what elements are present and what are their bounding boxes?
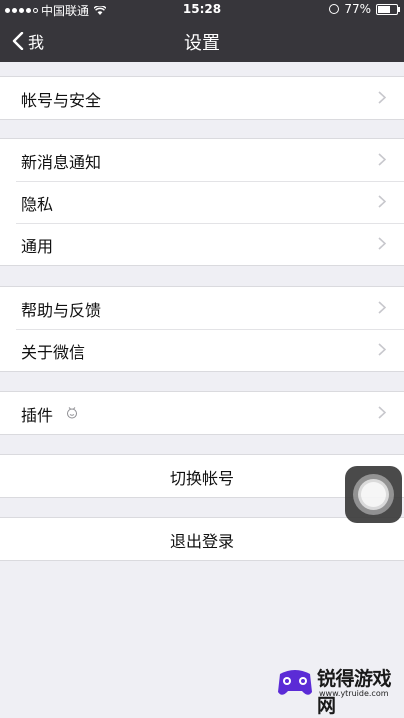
cell-label: 关于微信 (21, 343, 86, 362)
watermark: 锐得游戏网 www.ytruide.com (274, 656, 404, 717)
battery-percent: 77% (344, 2, 371, 16)
chevron-right-icon (378, 406, 386, 419)
status-right: 77% (329, 2, 400, 16)
logout-label: 退出登录 (169, 532, 234, 551)
cell-privacy[interactable]: 隐私 (0, 181, 404, 223)
switch-account-label: 切换帐号 (169, 469, 234, 488)
cell-about-wechat[interactable]: 关于微信 (0, 329, 404, 371)
status-bar: 中国联通 15:28 77% (0, 0, 404, 20)
cell-label: 帮助与反馈 (21, 301, 102, 320)
cell-help-feedback[interactable]: 帮助与反馈 (0, 287, 404, 329)
watermark-url: www.ytruide.com (319, 689, 389, 698)
cell-new-message-notification[interactable]: 新消息通知 (0, 139, 404, 181)
switch-account-button[interactable]: 切换帐号 (0, 455, 404, 497)
assistive-touch-button[interactable] (345, 466, 402, 523)
chevron-right-icon (378, 237, 386, 250)
settings-group-general: 新消息通知 隐私 通用 (0, 138, 404, 266)
page-title: 设置 (184, 33, 220, 54)
settings-group-account: 帐号与安全 (0, 76, 404, 120)
cell-account-security[interactable]: 帐号与安全 (0, 77, 404, 119)
chevron-right-icon (378, 195, 386, 208)
switch-account-group: 切换帐号 (0, 454, 404, 498)
settings-group-plugins: 插件 (0, 391, 404, 435)
cell-label: 通用 (21, 237, 54, 256)
gamepad-logo-icon (278, 670, 312, 695)
battery-icon (376, 3, 400, 15)
logout-group: 退出登录 (0, 517, 404, 561)
cell-label: 隐私 (21, 195, 54, 214)
plugin-icon (67, 407, 77, 419)
chevron-right-icon (378, 153, 386, 166)
battery-fill (378, 5, 390, 13)
logout-button[interactable]: 退出登录 (0, 518, 404, 560)
cell-label: 帐号与安全 (21, 91, 102, 110)
cell-label: 新消息通知 (21, 153, 102, 172)
cell-plugins[interactable]: 插件 (0, 392, 404, 434)
orientation-lock-icon (329, 4, 340, 14)
cell-general[interactable]: 通用 (0, 223, 404, 265)
chevron-right-icon (378, 301, 386, 314)
navigation-bar: 中国联通 15:28 77% 我 设置 (0, 0, 404, 62)
chevron-right-icon (378, 91, 386, 104)
settings-group-help: 帮助与反馈 关于微信 (0, 286, 404, 372)
chevron-right-icon (378, 343, 386, 356)
cell-label: 插件 (21, 406, 54, 425)
